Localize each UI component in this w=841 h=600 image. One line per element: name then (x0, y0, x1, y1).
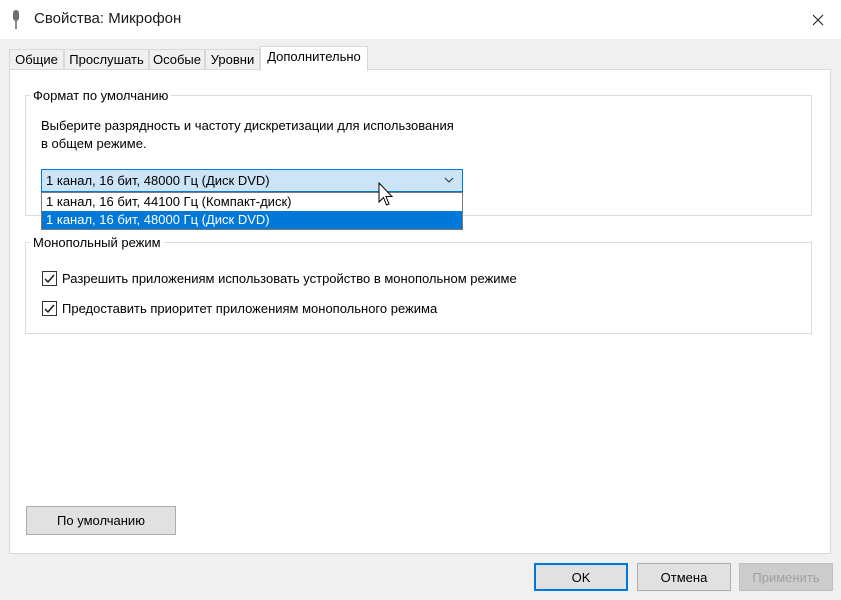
close-icon (812, 14, 824, 25)
default-format-description: Выберите разрядность и частоту дискретиз… (41, 118, 454, 151)
title-bar: Свойства: Микрофон (0, 0, 841, 39)
allow-exclusive-label[interactable]: Разрешить приложениям использовать устро… (62, 271, 517, 286)
exclusive-mode-title: Монопольный режим (30, 235, 164, 250)
restore-defaults-button[interactable]: По умолчанию (26, 506, 176, 535)
tab-general[interactable]: Общие (9, 49, 64, 70)
tab-listen[interactable]: Прослушать (64, 49, 149, 70)
mouse-cursor-icon (378, 182, 394, 206)
sample-rate-option-44100[interactable]: 1 канал, 16 бит, 44100 Гц (Компакт-диск) (42, 193, 462, 211)
tab-enhancements[interactable]: Особые (149, 49, 205, 70)
exclusive-mode-group (25, 242, 812, 334)
tab-advanced[interactable]: Дополнительно (260, 46, 368, 71)
cancel-button[interactable]: Отмена (637, 563, 731, 591)
sample-rate-option-48000[interactable]: 1 канал, 16 бит, 48000 Гц (Диск DVD) (42, 211, 462, 229)
sample-rate-options-list: 1 канал, 16 бит, 44100 Гц (Компакт-диск)… (41, 192, 463, 230)
sample-rate-selected: 1 канал, 16 бит, 48000 Гц (Диск DVD) (46, 173, 270, 188)
window-title: Свойства: Микрофон (34, 10, 182, 27)
apply-button[interactable]: Применить (739, 563, 833, 591)
microphone-icon (13, 10, 19, 29)
checkmark-icon (44, 304, 55, 314)
give-priority-label[interactable]: Предоставить приоритет приложениям моноп… (62, 301, 437, 316)
sample-rate-dropdown[interactable]: 1 канал, 16 бит, 48000 Гц (Диск DVD) (41, 169, 463, 192)
checkmark-icon (44, 274, 55, 284)
give-priority-checkbox[interactable] (42, 301, 57, 316)
close-button[interactable] (795, 0, 841, 39)
ok-button[interactable]: OK (534, 563, 628, 591)
tab-levels[interactable]: Уровни (205, 49, 260, 70)
chevron-down-icon (444, 177, 454, 183)
default-format-title: Формат по умолчанию (30, 88, 172, 103)
allow-exclusive-checkbox[interactable] (42, 271, 57, 286)
